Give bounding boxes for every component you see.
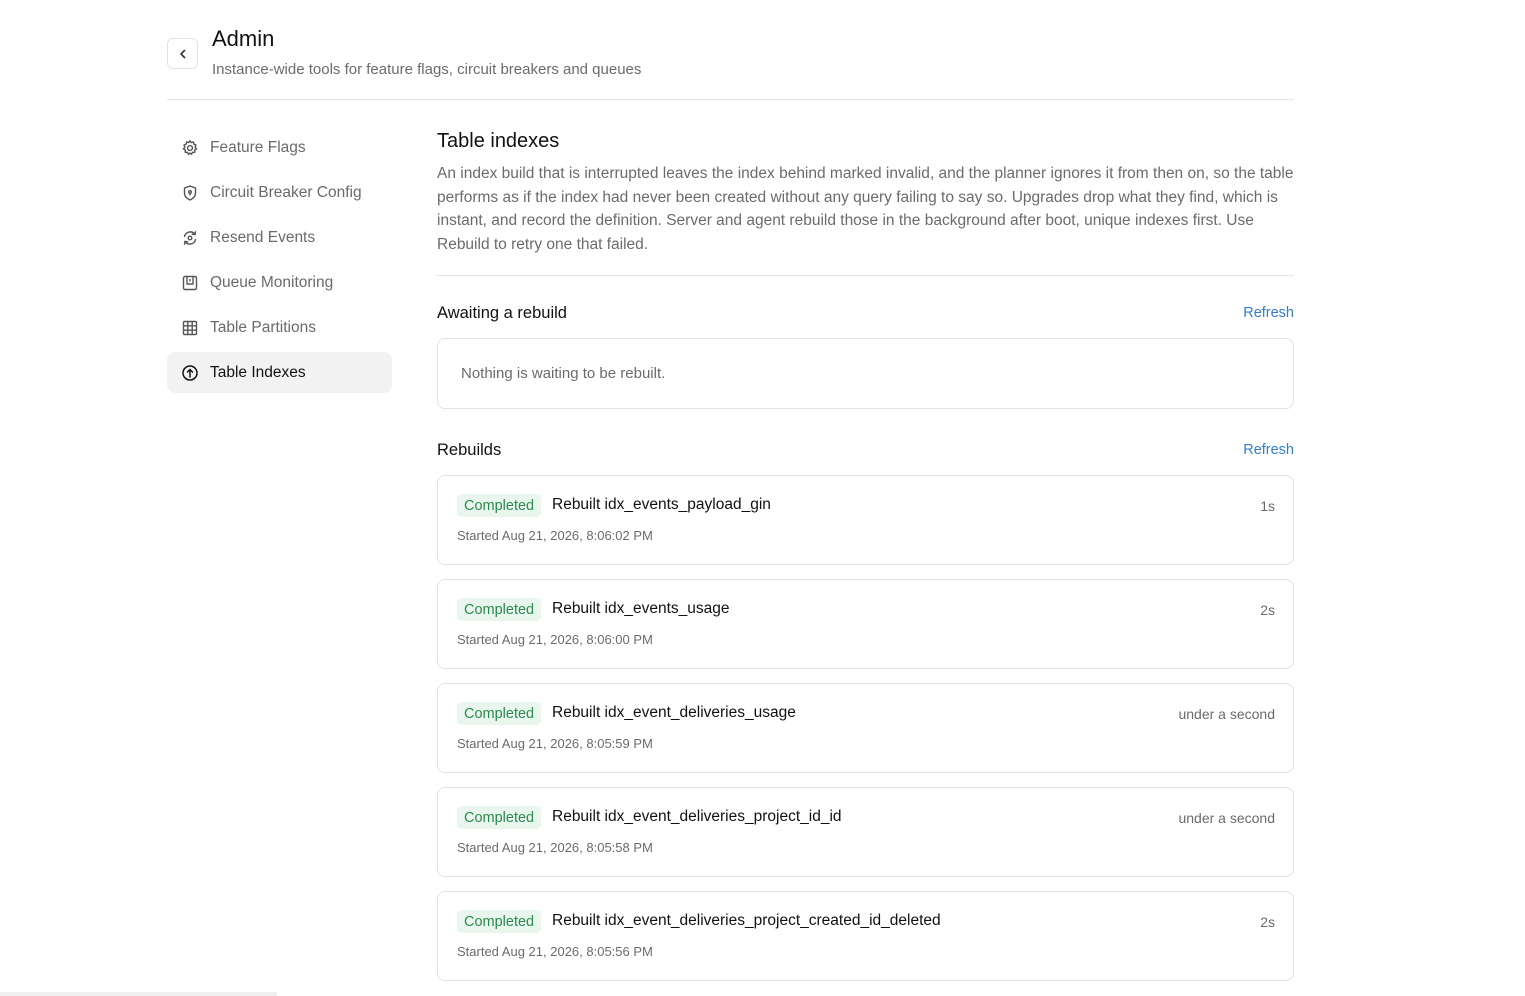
awaiting-header: Awaiting a rebuild Refresh bbox=[437, 301, 1294, 325]
sidebar-item-table-partitions[interactable]: Table Partitions bbox=[167, 307, 392, 348]
section-description: An index build that is interrupted leave… bbox=[437, 165, 1294, 253]
awaiting-refresh-button[interactable]: Refresh bbox=[1243, 305, 1294, 321]
rebuild-started: Started Aug 21, 2026, 8:05:59 PM bbox=[457, 736, 653, 752]
rebuild-title: Rebuilt idx_event_deliveries_usage bbox=[552, 704, 796, 722]
page-subtitle: Instance-wide tools for feature flags, c… bbox=[212, 61, 642, 78]
rebuild-duration: 1s bbox=[1260, 498, 1275, 515]
back-button[interactable] bbox=[167, 38, 198, 69]
sidebar-item-table-indexes[interactable]: Table Indexes bbox=[167, 352, 392, 393]
divider bbox=[437, 275, 1294, 277]
rebuild-duration: 2s bbox=[1260, 914, 1275, 931]
rebuild-title: Rebuilt idx_events_payload_gin bbox=[552, 496, 771, 514]
section-title: Table indexes bbox=[437, 130, 560, 152]
sidebar-item-circuit-breaker-config[interactable]: Circuit Breaker Config bbox=[167, 172, 392, 213]
sidebar-item-label: Feature Flags bbox=[210, 138, 306, 156]
sidebar-item-feature-flags[interactable]: Feature Flags bbox=[167, 127, 392, 168]
status-badge: Completed bbox=[457, 806, 542, 830]
rebuild-started: Started Aug 21, 2026, 8:05:58 PM bbox=[457, 840, 653, 856]
page-title: Admin bbox=[212, 26, 275, 51]
queue-icon bbox=[181, 274, 199, 292]
rebuilds-refresh-button[interactable]: Refresh bbox=[1243, 442, 1294, 458]
rebuild-duration: under a second bbox=[1178, 810, 1275, 827]
status-badge: Completed bbox=[457, 702, 542, 726]
sidebar-item-label: Table Partitions bbox=[210, 318, 316, 336]
sidebar: Feature Flags Circuit Breaker Config Res… bbox=[167, 127, 392, 397]
awaiting-title: Awaiting a rebuild bbox=[437, 303, 567, 322]
page-header: Admin Instance-wide tools for feature fl… bbox=[167, 26, 1294, 100]
sidebar-item-resend-events[interactable]: Resend Events bbox=[167, 217, 392, 258]
rebuild-title: Rebuilt idx_event_deliveries_project_cre… bbox=[552, 912, 941, 930]
grid-icon bbox=[181, 319, 199, 337]
main-content: Table indexes An index build that is int… bbox=[437, 130, 1294, 995]
rebuild-started: Started Aug 21, 2026, 8:05:56 PM bbox=[457, 944, 653, 960]
sidebar-item-label: Table Indexes bbox=[210, 363, 306, 381]
shield-icon bbox=[181, 184, 199, 202]
gear-icon bbox=[181, 139, 199, 157]
rebuild-started: Started Aug 21, 2026, 8:06:00 PM bbox=[457, 632, 653, 648]
status-badge: Completed bbox=[457, 494, 542, 518]
awaiting-empty-state: Nothing is waiting to be rebuilt. bbox=[437, 338, 1294, 410]
rebuild-title: Rebuilt idx_events_usage bbox=[552, 600, 730, 618]
rebuild-started: Started Aug 21, 2026, 8:06:02 PM bbox=[457, 528, 653, 544]
sidebar-item-queue-monitoring[interactable]: Queue Monitoring bbox=[167, 262, 392, 303]
rebuild-title: Rebuilt idx_event_deliveries_project_id_… bbox=[552, 808, 842, 826]
rebuild-duration: 2s bbox=[1260, 602, 1275, 619]
rebuild-card: Completed Rebuilt idx_event_deliveries_p… bbox=[437, 787, 1294, 878]
refresh-icon bbox=[181, 229, 199, 247]
status-badge: Completed bbox=[457, 598, 542, 622]
rebuild-card: Completed Rebuilt idx_event_deliveries_u… bbox=[437, 683, 1294, 774]
rebuild-card: Completed Rebuilt idx_event_deliveries_p… bbox=[437, 891, 1294, 982]
status-badge: Completed bbox=[457, 910, 542, 934]
sidebar-item-label: Queue Monitoring bbox=[210, 273, 334, 291]
bottom-bar-hint bbox=[0, 992, 277, 996]
rebuild-card: Completed Rebuilt idx_events_payload_gin… bbox=[437, 475, 1294, 566]
sidebar-item-label: Resend Events bbox=[210, 228, 316, 246]
rebuilds-title: Rebuilds bbox=[437, 440, 502, 459]
rebuild-duration: under a second bbox=[1178, 706, 1275, 723]
rebuilds-header: Rebuilds Refresh bbox=[437, 438, 1294, 462]
rebuild-card: Completed Rebuilt idx_events_usage 2s St… bbox=[437, 579, 1294, 670]
sidebar-item-label: Circuit Breaker Config bbox=[210, 183, 362, 201]
chevron-left-icon bbox=[179, 49, 185, 58]
index-icon bbox=[181, 364, 199, 382]
rebuilds-list: Completed Rebuilt idx_events_payload_gin… bbox=[437, 475, 1294, 982]
